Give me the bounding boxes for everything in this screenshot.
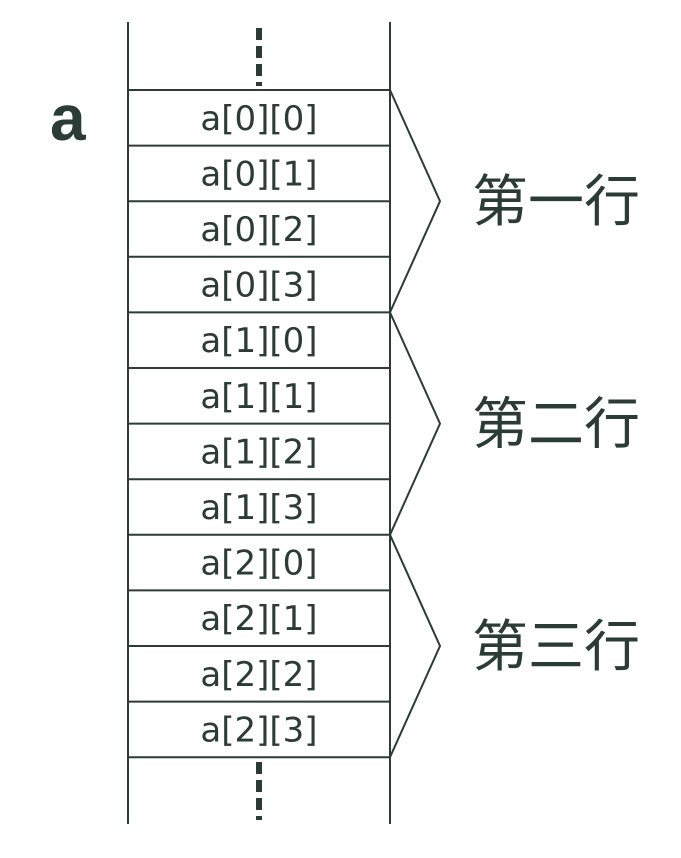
memory-cell-label: a[2][0] <box>200 544 317 584</box>
memory-cell-label: a[2][3] <box>200 710 317 750</box>
memory-cell-label: a[0][2] <box>200 210 317 250</box>
row-group-brace <box>389 89 442 313</box>
memory-layout-diagram: a a[0][0] a[0][1] a[0][2] a[0][3] a[1][0] a[1… <box>50 22 640 824</box>
memory-cell-label: a[1][2] <box>200 432 317 472</box>
memory-cell-label: a[0][1] <box>200 154 317 194</box>
memory-cell-label: a[0][3] <box>200 266 317 306</box>
array-name-label: a <box>50 82 86 154</box>
row-group-label: 第二行 <box>472 393 640 458</box>
memory-cell-label: a[2][2] <box>200 655 317 695</box>
row-group-brace <box>389 311 442 536</box>
memory-cell-label: a[1][0] <box>200 321 317 361</box>
row-groups: 第一行第二行第三行 <box>389 89 640 758</box>
memory-cell-label: a[2][1] <box>200 599 317 639</box>
row-group-brace <box>389 534 442 758</box>
memory-cell-label: a[1][3] <box>200 488 317 528</box>
memory-cell-label: a[1][1] <box>200 377 317 417</box>
row-group-label: 第一行 <box>472 170 640 235</box>
memory-cell-label: a[0][0] <box>200 99 317 139</box>
memory-cells: a[0][0] a[0][1] a[0][2] a[0][3] a[1][0] a[1][… <box>128 89 390 759</box>
row-group-label: 第三行 <box>472 615 640 680</box>
